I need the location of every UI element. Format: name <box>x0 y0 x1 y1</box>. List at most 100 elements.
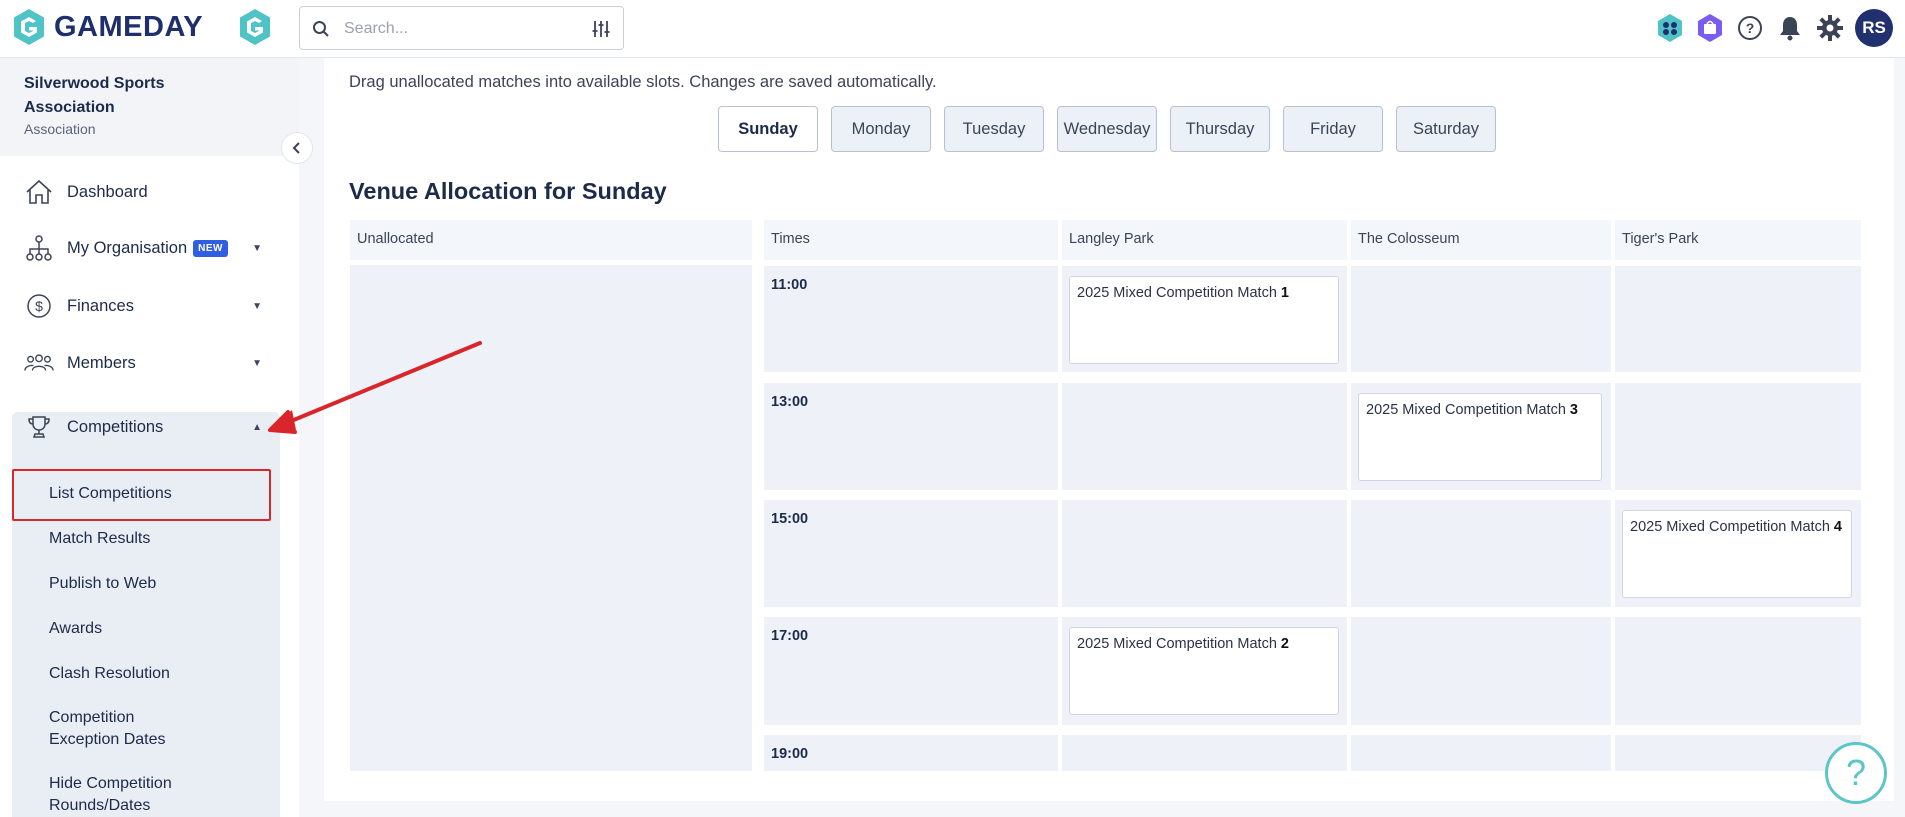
svg-text:$: $ <box>35 298 43 314</box>
tab-thursday[interactable]: Thursday <box>1170 106 1270 152</box>
sidebar-collapse-button[interactable] <box>281 132 313 164</box>
match-number: 4 <box>1833 519 1842 535</box>
unallocated-dropzone[interactable] <box>350 265 752 771</box>
slot-cell[interactable] <box>1351 500 1611 607</box>
sidebar-subitem-awards[interactable]: Awards <box>49 618 102 640</box>
tab-monday[interactable]: Monday <box>831 106 931 152</box>
chevron-up-icon: ▲ <box>252 422 262 433</box>
sidebar-item-finances[interactable]: $ Finances ▼ <box>0 282 280 330</box>
people-icon <box>24 348 54 378</box>
chevron-down-icon: ▼ <box>252 358 262 369</box>
sidebar-subitem-publish-to-web[interactable]: Publish to Web <box>49 573 156 595</box>
slot-cell[interactable]: 2025 Mixed Competition Match 2 <box>1062 617 1347 725</box>
highlight-box <box>12 469 271 521</box>
time-cell: 15:00 <box>764 500 1058 607</box>
match-number: 3 <box>1569 402 1578 418</box>
dollar-icon: $ <box>24 291 54 321</box>
shop-icon[interactable] <box>1695 14 1724 43</box>
gear-icon[interactable] <box>1815 14 1844 43</box>
time-label: 13:00 <box>771 394 809 410</box>
match-label: 2025 Mixed Competition Match <box>1077 636 1277 652</box>
time-cell: 17:00 <box>764 617 1058 725</box>
search-box[interactable] <box>299 6 624 50</box>
brand-name: GAMEDAY <box>54 10 204 43</box>
time-cell: 11:00 <box>764 266 1058 372</box>
slot-cell[interactable] <box>1351 735 1611 771</box>
day-tabs: Sunday Monday Tuesday Wednesday Thursday… <box>718 106 1496 152</box>
slot-cell[interactable] <box>1351 617 1611 725</box>
chevron-down-icon: ▼ <box>252 301 262 312</box>
time-label: 17:00 <box>771 628 809 644</box>
match-card[interactable]: 2025 Mixed Competition Match 1 <box>1069 276 1339 364</box>
user-avatar[interactable]: RS <box>1855 9 1893 47</box>
match-card[interactable]: 2025 Mixed Competition Match 4 <box>1622 510 1852 598</box>
match-label: 2025 Mixed Competition Match <box>1077 285 1277 301</box>
sidebar-item-competitions[interactable]: Competitions ▲ <box>0 403 280 451</box>
slot-cell[interactable] <box>1615 735 1861 771</box>
match-label: 2025 Mixed Competition Match <box>1366 402 1566 418</box>
org-chart-icon <box>24 233 54 263</box>
filter-sliders-icon[interactable] <box>591 19 611 39</box>
help-circle-icon[interactable]: ? <box>1735 14 1764 43</box>
sidebar-item-label: Dashboard <box>67 182 148 201</box>
tab-sunday[interactable]: Sunday <box>718 106 818 152</box>
match-number: 2 <box>1280 636 1289 652</box>
match-card[interactable]: 2025 Mixed Competition Match 2 <box>1069 627 1339 715</box>
slot-cell[interactable] <box>1615 617 1861 725</box>
tab-wednesday[interactable]: Wednesday <box>1057 106 1157 152</box>
sidebar-subitem-hide-competition-rounds[interactable]: Hide Competition Rounds/Dates <box>49 773 219 817</box>
time-row: 11:00 2025 Mixed Competition Match 1 <box>764 266 1861 372</box>
slot-cell[interactable] <box>1615 383 1861 490</box>
sidebar-item-label: Finances <box>67 296 134 315</box>
tab-saturday[interactable]: Saturday <box>1396 106 1496 152</box>
match-number: 1 <box>1280 285 1289 301</box>
chevron-down-icon: ▼ <box>252 243 262 254</box>
slot-cell[interactable] <box>1062 500 1347 607</box>
sidebar-item-dashboard[interactable]: Dashboard <box>0 168 280 216</box>
slot-cell[interactable]: 2025 Mixed Competition Match 1 <box>1062 266 1347 372</box>
slot-cell[interactable] <box>1615 266 1861 372</box>
time-cell: 19:00 <box>764 735 1058 771</box>
time-label: 11:00 <box>771 277 808 293</box>
sidebar-item-members[interactable]: Members ▼ <box>0 339 280 387</box>
time-row: 13:00 2025 Mixed Competition Match 3 <box>764 383 1861 490</box>
tab-friday[interactable]: Friday <box>1283 106 1383 152</box>
help-button[interactable]: ? <box>1825 742 1887 804</box>
match-card[interactable]: 2025 Mixed Competition Match 3 <box>1358 393 1602 481</box>
slot-cell[interactable] <box>1062 735 1347 771</box>
search-input[interactable] <box>344 17 574 41</box>
slot-cell[interactable] <box>1062 383 1347 490</box>
times-header: Times <box>764 220 1058 260</box>
org-type: Association <box>24 121 96 137</box>
apps-icon[interactable] <box>1655 14 1684 43</box>
unallocated-header: Unallocated <box>350 220 752 260</box>
time-cell: 13:00 <box>764 383 1058 490</box>
sidebar-item-my-organisation[interactable]: My Organisation NEW ▼ <box>0 224 280 272</box>
venue-header-the-colosseum: The Colosseum <box>1351 220 1611 260</box>
slot-cell[interactable]: 2025 Mixed Competition Match 3 <box>1351 383 1611 490</box>
instructions-text: Drag unallocated matches into available … <box>349 73 937 91</box>
sidebar-subitem-competition-exception-dates[interactable]: Competition Exception Dates <box>49 707 199 751</box>
slot-cell[interactable] <box>1351 266 1611 372</box>
sidebar-item-label: My Organisation <box>67 238 188 257</box>
tab-tuesday[interactable]: Tuesday <box>944 106 1044 152</box>
page-title: Venue Allocation for Sunday <box>349 178 667 204</box>
home-icon <box>24 177 54 207</box>
sidebar-item-label: Competitions <box>67 417 164 436</box>
sidebar-item-label: Members <box>67 353 136 372</box>
gameday-g-icon <box>240 9 270 45</box>
gameday-g-icon <box>14 9 44 45</box>
slot-cell[interactable]: 2025 Mixed Competition Match 4 <box>1615 500 1861 607</box>
org-name: Silverwood Sports Association <box>24 75 165 116</box>
gameday-logo[interactable]: GAMEDAY <box>12 8 203 46</box>
help-question-icon: ? <box>1846 753 1866 793</box>
sidebar-subitem-clash-resolution[interactable]: Clash Resolution <box>49 663 170 685</box>
svg-text:?: ? <box>1846 753 1866 793</box>
chevron-left-icon <box>292 142 300 154</box>
venue-header-tigers-park: Tiger's Park <box>1615 220 1861 260</box>
bell-icon[interactable] <box>1775 14 1804 43</box>
top-bar: GAMEDAY ? R <box>0 0 1905 58</box>
sidebar-subitem-match-results[interactable]: Match Results <box>49 528 150 550</box>
org-header: Silverwood Sports Association Associatio… <box>0 58 299 156</box>
trophy-icon <box>24 412 54 442</box>
